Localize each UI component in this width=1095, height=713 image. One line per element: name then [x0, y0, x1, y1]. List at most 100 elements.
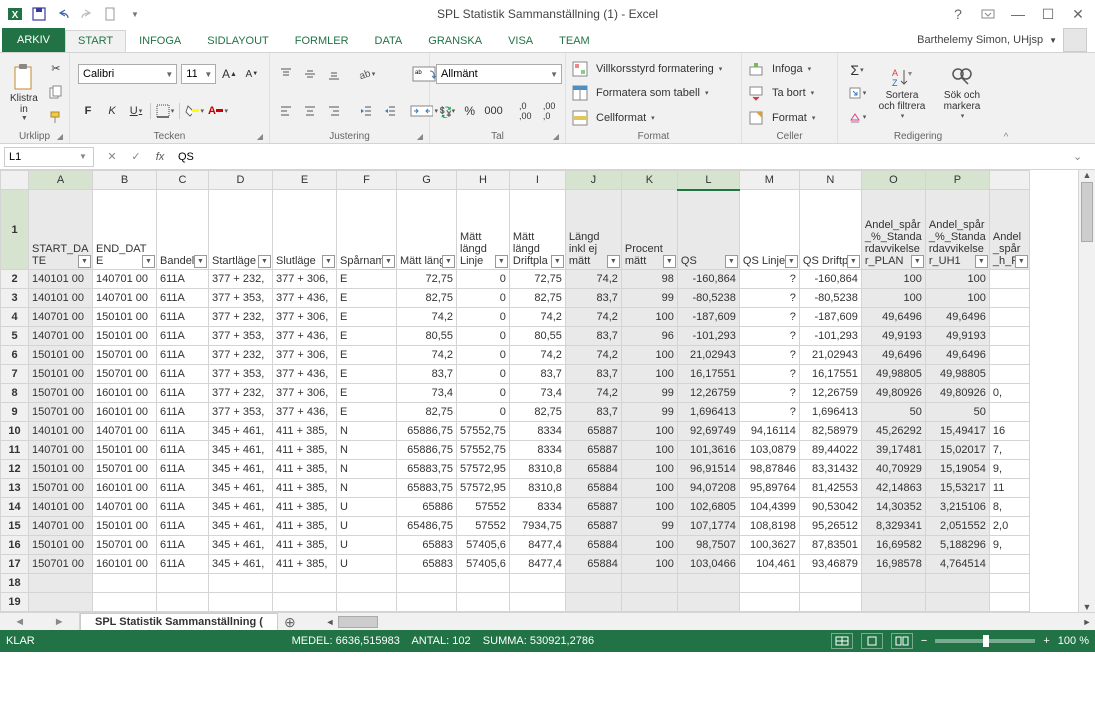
cell-C6[interactable]: 611A [157, 346, 209, 365]
cell-E8[interactable]: 377 + 306, [273, 384, 337, 403]
format-cells-button[interactable]: Format▾ [748, 110, 831, 126]
tab-data[interactable]: DATA [362, 30, 416, 52]
cell-M4[interactable]: ? [739, 308, 799, 327]
cell-N11[interactable]: 89,44022 [799, 441, 861, 460]
cell-C13[interactable]: 611A [157, 479, 209, 498]
header-cell-F[interactable]: Spårnamn▼ [337, 190, 397, 270]
cell-G14[interactable]: 65886 [397, 498, 457, 517]
cell-A15[interactable]: 140701 00 [29, 517, 93, 536]
cell-K10[interactable]: 100 [621, 422, 677, 441]
cut-icon[interactable]: ✂ [46, 58, 66, 78]
row-header-17[interactable]: 17 [1, 555, 29, 574]
cell-P7[interactable]: 49,98805 [925, 365, 989, 384]
row-header-10[interactable]: 10 [1, 422, 29, 441]
cell-G10[interactable]: 65886,75 [397, 422, 457, 441]
cell-N15[interactable]: 95,26512 [799, 517, 861, 536]
cell-E17[interactable]: 411 + 385, [273, 555, 337, 574]
cell-D17[interactable]: 345 + 461, [209, 555, 273, 574]
row-header-9[interactable]: 9 [1, 403, 29, 422]
cell-F12[interactable]: N [337, 460, 397, 479]
cell-A14[interactable]: 140101 00 [29, 498, 93, 517]
cell-B2[interactable]: 140701 00 [93, 270, 157, 289]
cell-M6[interactable]: ? [739, 346, 799, 365]
cell-A9[interactable]: 150701 00 [29, 403, 93, 422]
cell-D5[interactable]: 377 + 353, [209, 327, 273, 346]
cell-C10[interactable]: 611A [157, 422, 209, 441]
tab-start[interactable]: START [65, 30, 126, 52]
cell-D16[interactable]: 345 + 461, [209, 536, 273, 555]
cell-E15[interactable]: 411 + 385, [273, 517, 337, 536]
col-header-G[interactable]: G [397, 171, 457, 190]
cell-M11[interactable]: 103,0879 [739, 441, 799, 460]
cell-J18[interactable] [565, 574, 621, 593]
cell-L10[interactable]: 92,69749 [677, 422, 739, 441]
cell-K2[interactable]: 98 [621, 270, 677, 289]
cell-K4[interactable]: 100 [621, 308, 677, 327]
col-header-B[interactable]: B [93, 171, 157, 190]
cell-B5[interactable]: 150101 00 [93, 327, 157, 346]
cell-H4[interactable]: 0 [457, 308, 510, 327]
align-right-icon[interactable] [324, 101, 344, 121]
cell-E18[interactable] [273, 574, 337, 593]
cell-D8[interactable]: 377 + 232, [209, 384, 273, 403]
cell-L2[interactable]: -160,864 [677, 270, 739, 289]
cell-M7[interactable]: ? [739, 365, 799, 384]
cell-J9[interactable]: 83,7 [565, 403, 621, 422]
cell-B19[interactable] [93, 593, 157, 612]
header-cell-K[interactable]: Procent mätt▼ [621, 190, 677, 270]
filter-icon[interactable]: ▼ [785, 255, 798, 268]
cell-F18[interactable] [337, 574, 397, 593]
increase-indent-icon[interactable] [380, 101, 400, 121]
cell-L7[interactable]: 16,17551 [677, 365, 739, 384]
col-header-K[interactable]: K [621, 171, 677, 190]
cell-E16[interactable]: 411 + 385, [273, 536, 337, 555]
cell-F19[interactable] [337, 593, 397, 612]
row-header-18[interactable]: 18 [1, 574, 29, 593]
cell-B6[interactable]: 150701 00 [93, 346, 157, 365]
cell-C9[interactable]: 611A [157, 403, 209, 422]
view-normal-icon[interactable] [831, 633, 853, 649]
cell-A8[interactable]: 150701 00 [29, 384, 93, 403]
cell-A18[interactable] [29, 574, 93, 593]
user-avatar-icon[interactable] [1063, 28, 1087, 52]
cell-I12[interactable]: 8310,8 [509, 460, 565, 479]
cell-D11[interactable]: 345 + 461, [209, 441, 273, 460]
header-cell-O[interactable]: Andel_spår_%_Standardavvikelser_PLAN▼ [861, 190, 925, 270]
cell-F2[interactable]: E [337, 270, 397, 289]
conditional-formatting-button[interactable]: Villkorsstyrd formatering▾ [572, 61, 735, 77]
decrease-indent-icon[interactable] [356, 101, 376, 121]
cell-O7[interactable]: 49,98805 [861, 365, 925, 384]
cell-B4[interactable]: 150101 00 [93, 308, 157, 327]
cell-H8[interactable]: 0 [457, 384, 510, 403]
increase-decimal-icon[interactable]: ,0,00 [515, 101, 535, 121]
tab-visa[interactable]: VISA [495, 30, 546, 52]
cell-N16[interactable]: 87,83501 [799, 536, 861, 555]
filter-icon[interactable]: ▼ [382, 255, 395, 268]
cell-L8[interactable]: 12,26759 [677, 384, 739, 403]
cell-O10[interactable]: 45,26292 [861, 422, 925, 441]
cell-P17[interactable]: 4,764514 [925, 555, 989, 574]
clear-icon[interactable]: ▾ [844, 107, 870, 127]
cell-H7[interactable]: 0 [457, 365, 510, 384]
cell-A19[interactable] [29, 593, 93, 612]
cell-K8[interactable]: 99 [621, 384, 677, 403]
format-painter-icon[interactable] [46, 107, 66, 127]
cell-A4[interactable]: 140701 00 [29, 308, 93, 327]
row-header-2[interactable]: 2 [1, 270, 29, 289]
cell-K3[interactable]: 99 [621, 289, 677, 308]
cell-D19[interactable] [209, 593, 273, 612]
row-header-4[interactable]: 4 [1, 308, 29, 327]
header-cell-H[interactable]: Mätt längd Linje▼ [457, 190, 510, 270]
fill-icon[interactable]: ▾ [844, 83, 870, 103]
cell-N17[interactable]: 93,46879 [799, 555, 861, 574]
cell-K14[interactable]: 100 [621, 498, 677, 517]
cell-O17[interactable]: 16,98578 [861, 555, 925, 574]
cell-B10[interactable]: 140701 00 [93, 422, 157, 441]
cell-N18[interactable] [799, 574, 861, 593]
font-name-combo[interactable]: ▼ [78, 64, 177, 84]
undo-icon[interactable] [52, 3, 74, 25]
row-header-15[interactable]: 15 [1, 517, 29, 536]
cell-G7[interactable]: 83,7 [397, 365, 457, 384]
filter-icon[interactable]: ▼ [322, 255, 335, 268]
shrink-font-icon[interactable]: A▼ [243, 64, 261, 84]
